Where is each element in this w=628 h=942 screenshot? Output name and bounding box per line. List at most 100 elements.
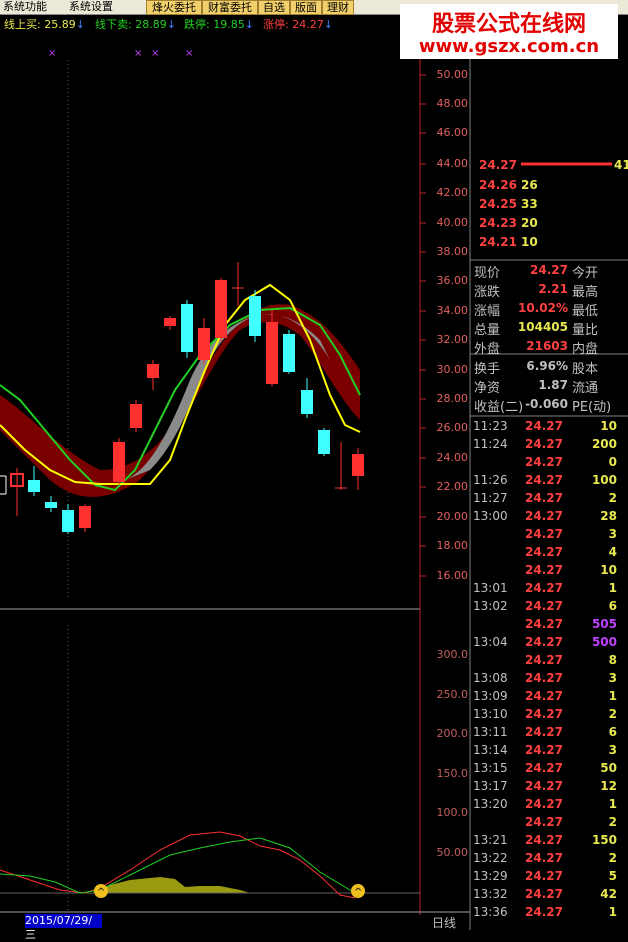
- tick-volume: 8: [608, 653, 617, 667]
- svg-text:^: ^: [97, 887, 105, 898]
- signal-marker: ×: [185, 48, 193, 59]
- tick-price: 24.27: [525, 437, 563, 451]
- tick-time: 13:14: [473, 743, 508, 757]
- stat-label: 今开: [572, 266, 599, 281]
- tick-row: 13:01 24.27 1: [470, 579, 628, 597]
- tick-row: 24.27 10: [470, 561, 628, 579]
- tick-price: 24.27: [525, 599, 563, 613]
- stat-label: 总量: [474, 323, 501, 338]
- sub-axis-label: 50.00: [436, 846, 469, 859]
- tick-row: 24.27 8: [470, 651, 628, 669]
- bid-price: 24.26: [479, 178, 517, 192]
- candle: [283, 330, 295, 374]
- signal-marker: ×: [151, 48, 159, 59]
- tick-volume: 6: [608, 599, 617, 613]
- tick-row: 24.27 505: [470, 615, 628, 633]
- axis-tick-label: 48.00: [436, 97, 469, 110]
- tick-price: 24.27: [525, 635, 563, 649]
- tick-price: 24.27: [525, 419, 563, 433]
- stat-label: 最高: [572, 285, 599, 300]
- tick-row: 13:08 24.27 3: [470, 669, 628, 687]
- stat-label: 最低: [572, 304, 599, 319]
- tick-volume: 3: [608, 527, 617, 541]
- tick-price: 24.27: [525, 581, 563, 595]
- tick-row: 13:14 24.27 3: [470, 741, 628, 759]
- axis-tick-label: 26.00: [436, 421, 469, 434]
- tick-price: 24.27: [525, 527, 563, 541]
- tick-volume: 2: [608, 815, 617, 829]
- tick-price: 24.27: [525, 833, 563, 847]
- tick-row: 13:15 24.27 50: [470, 759, 628, 777]
- axis-tick-label: 36.00: [436, 274, 469, 287]
- tick-time: 13:10: [473, 707, 508, 721]
- bid-volume: 20: [521, 216, 538, 230]
- period-selector[interactable]: 日线: [432, 914, 456, 931]
- tick-row: 13:32 24.27 42: [470, 885, 628, 903]
- tick-volume: 100: [591, 473, 617, 487]
- bid-volume: 33: [521, 197, 538, 211]
- axis-tick-label: 22.00: [436, 480, 469, 493]
- tick-price: 24.27: [525, 851, 563, 865]
- tick-time: 13:01: [473, 581, 508, 595]
- sub-axis-label: 300.0: [436, 648, 469, 661]
- tick-row: 24.27 2: [470, 813, 628, 831]
- tick-volume: 1: [608, 797, 617, 811]
- stat-label: 净资: [474, 381, 501, 396]
- tick-volume: 50: [600, 761, 617, 775]
- tick-price: 24.27: [525, 869, 563, 883]
- tick-row: 11:27 24.27 2: [470, 489, 628, 507]
- candle: [62, 504, 74, 534]
- candle: [301, 378, 313, 418]
- tick-price: 24.27: [525, 455, 563, 469]
- tick-row: 13:00 24.27 28: [470, 507, 628, 525]
- tick-price: 24.27: [525, 707, 563, 721]
- tick-price: 24.27: [525, 671, 563, 685]
- stat-label: 股本: [572, 362, 599, 377]
- tick-time: 13:36: [473, 905, 508, 919]
- candle: [147, 360, 159, 390]
- candle: [130, 400, 142, 432]
- axis-tick-label: 46.00: [436, 126, 469, 139]
- candle: [318, 428, 330, 456]
- tick-volume: 500: [591, 635, 617, 649]
- tick-row: 13:09 24.27 1: [470, 687, 628, 705]
- candle: [28, 466, 40, 496]
- tick-row: 13:22 24.27 2: [470, 849, 628, 867]
- tick-volume: 0: [608, 455, 617, 469]
- watermark-logo: 股票公式在线网 www.gszx.com.cn: [400, 4, 618, 59]
- candle: [198, 318, 210, 364]
- tick-volume: 5: [608, 869, 617, 883]
- stat-value: 6.96%: [526, 359, 568, 373]
- watermark-title: 股票公式在线网: [431, 12, 586, 37]
- axis-tick-label: 50.00: [436, 68, 469, 81]
- stat-value: 104405: [517, 320, 568, 334]
- tick-price: 24.27: [525, 545, 563, 559]
- tick-time: 13:09: [473, 689, 508, 703]
- stat-value: -0.060: [525, 397, 568, 411]
- tick-volume: 4: [608, 545, 617, 559]
- bid-volume: 26: [521, 178, 538, 192]
- tick-time: 11:24: [473, 437, 508, 451]
- stat-value: 10.02%: [518, 301, 568, 315]
- candle: [79, 504, 91, 532]
- stat-label: 量比: [572, 323, 599, 338]
- tick-row: 13:11 24.27 6: [470, 723, 628, 741]
- stat-label: 涨跌: [474, 285, 501, 300]
- tick-time: 13:00: [473, 509, 508, 523]
- tick-price: 24.27: [525, 653, 563, 667]
- tick-price: 24.27: [525, 689, 563, 703]
- candle: [232, 262, 244, 306]
- axis-tick-label: 38.00: [436, 245, 469, 258]
- tick-time: 13:08: [473, 671, 508, 685]
- signal-marker: ×: [134, 48, 142, 59]
- watermark-url: www.gszx.com.cn: [418, 36, 600, 57]
- bid-volume: 10: [521, 235, 538, 249]
- tick-time: 11:26: [473, 473, 508, 487]
- tick-volume: 3: [608, 743, 617, 757]
- stat-label: 内盘: [572, 342, 599, 357]
- axis-tick-label: 42.00: [436, 186, 469, 199]
- tick-row: 13:36 24.27 1: [470, 903, 628, 921]
- candle: [10, 468, 24, 516]
- tick-price: 24.27: [525, 887, 563, 901]
- tick-row: 11:26 24.27 100: [470, 471, 628, 489]
